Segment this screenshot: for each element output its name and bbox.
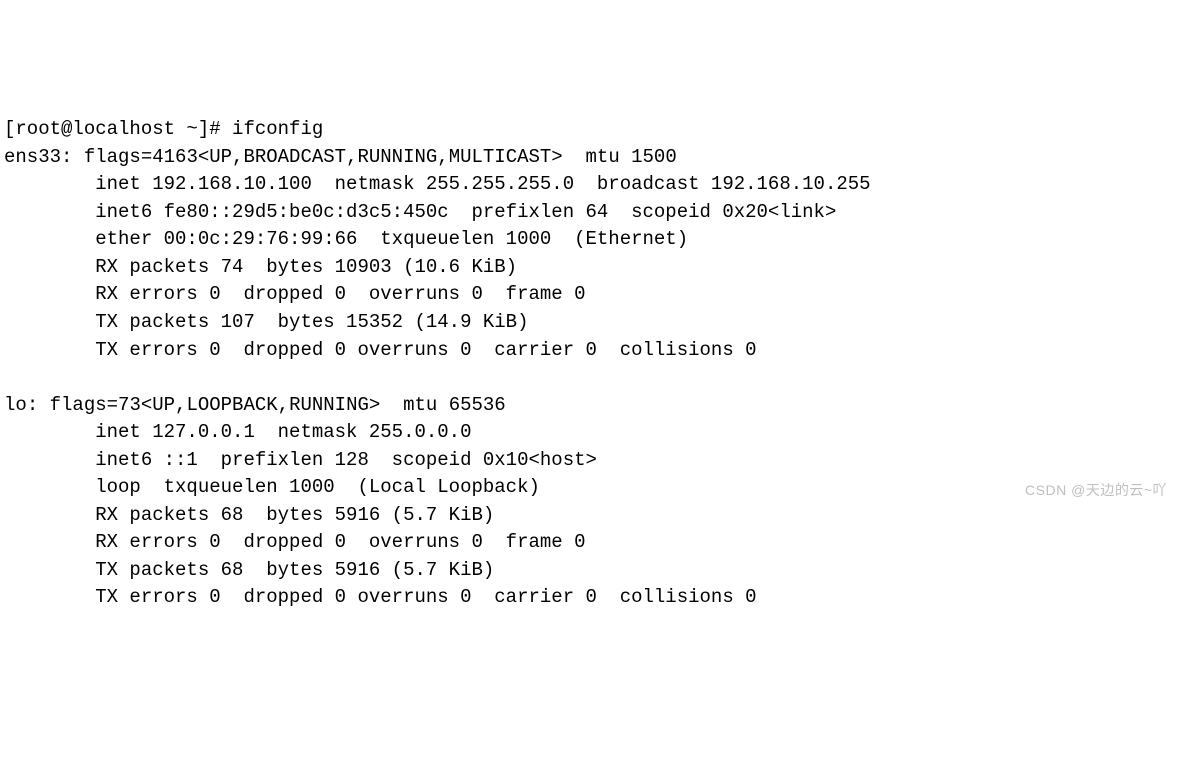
watermark-text: CSDN @天边的云~吖 (1025, 480, 1167, 500)
iface2-rx-packets: RX packets 68 bytes 5916 (5.7 KiB) (95, 504, 494, 526)
iface1-inet6: inet6 fe80::29d5:be0c:d3c5:450c prefixle… (95, 201, 836, 223)
iface2-inet6: inet6 ::1 prefixlen 128 scopeid 0x10<hos… (95, 449, 597, 471)
iface2-inet: inet 127.0.0.1 netmask 255.0.0.0 (95, 421, 471, 443)
iface2-tx-packets: TX packets 68 bytes 5916 (5.7 KiB) (95, 559, 494, 581)
iface1-rx-packets: RX packets 74 bytes 10903 (10.6 KiB) (95, 256, 517, 278)
iface2-name: lo (4, 394, 27, 416)
iface1-tx-packets: TX packets 107 bytes 15352 (14.9 KiB) (95, 311, 528, 333)
iface1-tx-errors: TX errors 0 dropped 0 overruns 0 carrier… (95, 339, 756, 361)
iface1-name: ens33 (4, 146, 61, 168)
iface2-tx-errors: TX errors 0 dropped 0 overruns 0 carrier… (95, 586, 756, 608)
command-text: ifconfig (232, 118, 323, 140)
iface2-rx-errors: RX errors 0 dropped 0 overruns 0 frame 0 (95, 531, 585, 553)
terminal-output: [root@localhost ~]# ifconfig ens33: flag… (4, 116, 1173, 612)
iface1-rx-errors: RX errors 0 dropped 0 overruns 0 frame 0 (95, 283, 585, 305)
iface1-inet: inet 192.168.10.100 netmask 255.255.255.… (95, 173, 870, 195)
iface1-ether: ether 00:0c:29:76:99:66 txqueuelen 1000 … (95, 228, 688, 250)
iface1-flags: flags=4163<UP,BROADCAST,RUNNING,MULTICAS… (84, 146, 677, 168)
shell-prompt: [root@localhost ~]# (4, 118, 232, 140)
iface2-flags: flags=73<UP,LOOPBACK,RUNNING> mtu 65536 (50, 394, 506, 416)
iface2-loop: loop txqueuelen 1000 (Local Loopback) (95, 476, 540, 498)
